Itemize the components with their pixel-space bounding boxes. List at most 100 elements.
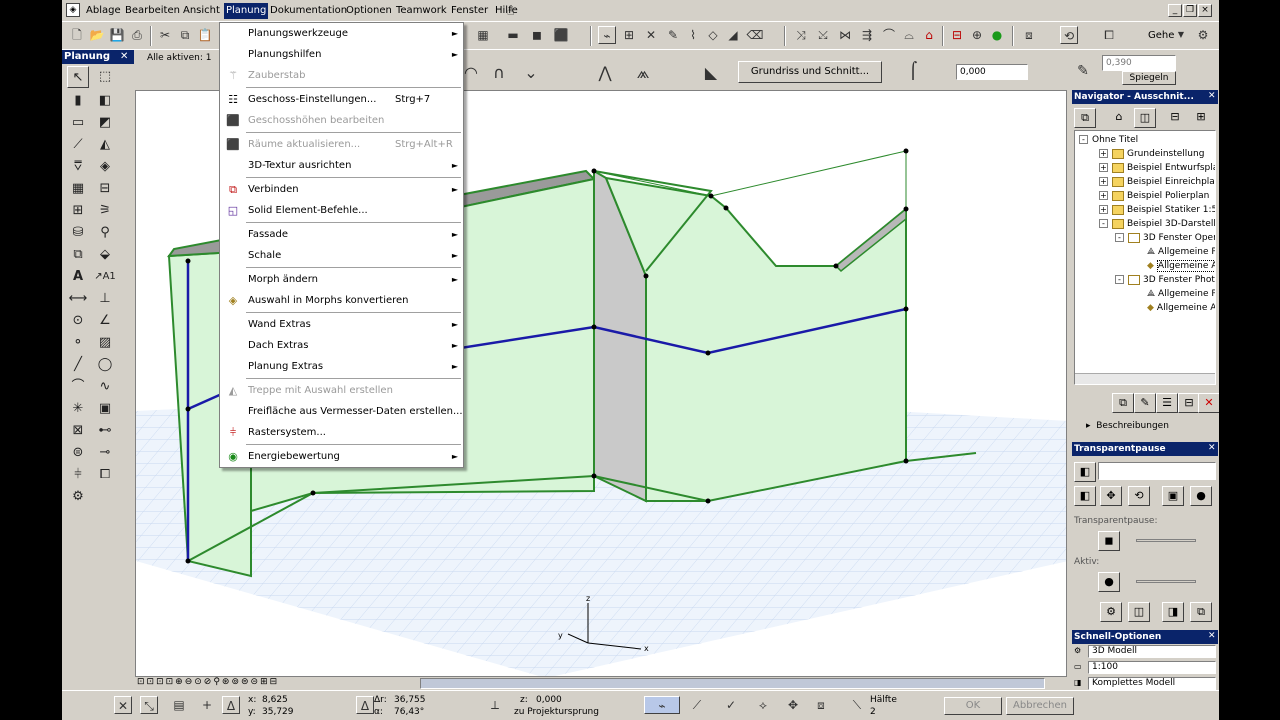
x-value[interactable]: 8,625 [262, 695, 288, 706]
morph-tool-icon[interactable]: ◈ [94, 156, 116, 178]
slab-tool-icon[interactable]: ◩ [94, 112, 116, 134]
menu-item-schale[interactable]: Schale ► [220, 247, 463, 265]
menu-item-wand-extras[interactable]: Wand Extras ► [220, 316, 463, 334]
slab-icon[interactable]: ◼ [528, 26, 546, 44]
polyline-tool-icon[interactable]: ⌒ [67, 376, 89, 398]
brush-icon[interactable]: ⌇ [684, 26, 702, 44]
trace-bottom-3-icon[interactable]: ◨ [1162, 602, 1184, 622]
node-icon[interactable]: ⟡ [754, 696, 772, 714]
zone-tool-icon[interactable]: ⧉ [67, 244, 89, 266]
menu-item-auswahl-morphs[interactable]: ◈ Auswahl in Morphs konvertieren [220, 292, 463, 310]
menu-ablage[interactable]: Ablage [84, 3, 123, 19]
grid-tool-icon[interactable]: ⫩ [67, 464, 89, 486]
cross-icon[interactable]: ✕ [642, 26, 660, 44]
angle-dim-tool-icon[interactable]: ∠ [94, 310, 116, 332]
trace-btn-3-icon[interactable]: ⟲ [1128, 486, 1150, 506]
close-cross-icon[interactable]: ✕ [114, 696, 132, 714]
hatch-icon[interactable]: ▤ [170, 696, 188, 714]
menu-item-planungswerkzeuge[interactable]: Planungswerkzeuge ► [220, 25, 463, 43]
fillet-icon[interactable]: ⌓ [900, 26, 918, 44]
delete-icon[interactable]: ✕ [1198, 393, 1219, 413]
paste-icon[interactable]: 📋 [196, 26, 214, 44]
3d-view-icon[interactable]: ⟲ [1060, 26, 1078, 44]
menu-teamwork[interactable]: Teamwork [394, 3, 449, 19]
trace-btn-1-icon[interactable]: ◧ [1074, 486, 1096, 506]
hotspot-tool-icon[interactable]: ⚬ [67, 332, 89, 354]
menu-item-planung-extras[interactable]: Planung Extras ► [220, 358, 463, 376]
nav-btn-b-icon[interactable]: ✎ [1134, 393, 1156, 413]
transparency-close-icon[interactable]: ✕ [1208, 443, 1216, 453]
tree-item[interactable]: + Grundeinstellung [1099, 147, 1204, 161]
text-tool-icon[interactable]: A [67, 266, 89, 288]
toolbox-close-icon[interactable]: ✕ [120, 51, 128, 62]
polar-icon[interactable]: Δ [356, 696, 374, 714]
menu-item-zauberstab[interactable]: ⚚ Zauberstab [220, 67, 463, 85]
nav-btn-c-icon[interactable]: ☰ [1156, 393, 1178, 413]
detail-tool-icon[interactable]: ⊜ [67, 442, 89, 464]
menu-item-geschosshoehen[interactable]: ⬛ Geschosshöhen bearbeiten [220, 112, 463, 130]
menu-item-rastersystem[interactable]: ⫩ Rastersystem... [220, 424, 463, 442]
app-logo-icon[interactable]: ◈ [66, 3, 80, 17]
diamond-icon[interactable]: ◇ [704, 26, 722, 44]
menu-item-geschoss-einstellungen[interactable]: ☷ Geschoss-Einstellungen... Strg+7 [220, 91, 463, 109]
tree-item[interactable]: - Ohne Titel [1079, 133, 1138, 147]
tree-item[interactable]: + Beispiel Einreichplan [1099, 175, 1215, 189]
pen-icon[interactable]: ✎ [1074, 62, 1092, 80]
guide-icon[interactable]: ✓ [722, 696, 740, 714]
chevron-down-icon[interactable]: ▼ [1172, 26, 1190, 44]
split-snap-icon[interactable]: ⟍ [848, 696, 866, 714]
grid-snap-icon[interactable]: ⊞ [620, 26, 638, 44]
more-tool-icon[interactable]: ⚙ [67, 486, 89, 508]
gravity-icon[interactable]: ✥ [784, 696, 802, 714]
marquee-tool-icon[interactable]: ⬚ [94, 66, 116, 88]
nav-project-map-icon[interactable]: ⧉ [1074, 108, 1096, 128]
descriptions-toggle[interactable]: ▸ Beschreibungen [1086, 421, 1169, 431]
menu-planung[interactable]: Planung [224, 3, 269, 19]
morph-shape-icon-4[interactable]: ⋀ [596, 64, 614, 82]
intersect-icon[interactable]: ⋈ [836, 26, 854, 44]
eraser-icon[interactable]: ⌫ [746, 26, 764, 44]
shell-tool-icon[interactable]: ◭ [94, 134, 116, 156]
constraint-icon[interactable]: ⌁ [644, 696, 680, 714]
menu-item-dach-extras[interactable]: Dach Extras ► [220, 337, 463, 355]
green-dot-icon[interactable]: ● [988, 26, 1006, 44]
label-tool-icon[interactable]: ↗A1 [94, 266, 116, 288]
quick-option-row[interactable]: ▭ 1:100 [1074, 661, 1216, 675]
elevation-tool-icon[interactable]: ⊷ [94, 420, 116, 442]
magic-eyedropper-icon[interactable]: ⌁ [598, 26, 616, 44]
menu-bearbeiten[interactable]: Bearbeiten [123, 3, 182, 19]
change-tool-icon[interactable]: ⧠ [94, 464, 116, 486]
tree-item[interactable]: -3D Fenster Photo [1115, 273, 1215, 287]
level-dim-tool-icon[interactable]: ⊥ [94, 288, 116, 310]
layout-icon[interactable]: ⧈ [812, 696, 830, 714]
copy-icon[interactable]: ⧉ [176, 26, 194, 44]
wall-tool-icon[interactable]: ▮ [67, 90, 89, 112]
section-button[interactable]: Grundriss und Schnitt... [738, 61, 882, 83]
trace-bottom-2-icon[interactable]: ◫ [1128, 602, 1150, 622]
fill-tool-icon[interactable]: ⬙ [94, 244, 116, 266]
offset-icon[interactable]: ⇶ [858, 26, 876, 44]
zoom-icons[interactable]: ⊡⊡⊡⊡⊕⊖⊙⊘⚲⊛⊚⊜⊝⊞⊟ [137, 677, 279, 687]
origin-label[interactable]: zu Projektursprung [514, 707, 599, 718]
menu-item-treppe[interactable]: ◭ Treppe mit Auswahl erstellen [220, 382, 463, 400]
cancel-button[interactable]: Abbrechen [1006, 697, 1074, 715]
lamp-tool-icon[interactable]: ⚲ [94, 222, 116, 244]
new-file-icon[interactable]: 🗋 [68, 26, 86, 44]
beam-tool-icon[interactable]: ▭ [67, 112, 89, 134]
stair-tool-icon[interactable]: ⚞ [94, 200, 116, 222]
object-tool-icon[interactable]: ⛁ [67, 222, 89, 244]
height-icon[interactable]: ⟂ [486, 696, 504, 714]
morph-shape-icon-6[interactable]: ◣ [702, 64, 720, 82]
tree-item[interactable]: + Beispiel Entwurfsplan [1099, 161, 1215, 175]
navigator-tree[interactable]: - Ohne Titel + Grundeinstellung + Beispiel … [1074, 130, 1216, 385]
value-field-2[interactable]: 0,390 [1102, 55, 1176, 71]
restore-button[interactable]: ❐ [1183, 4, 1197, 17]
menu-item-fassade[interactable]: Fassade ► [220, 226, 463, 244]
horizontal-scrollbar[interactable] [420, 678, 1045, 689]
active-slider[interactable] [1136, 580, 1196, 583]
menu-optionen[interactable]: Optionen [344, 3, 394, 19]
plus-icon[interactable]: + [198, 696, 216, 714]
menu-fenster[interactable]: Fenster [449, 3, 490, 19]
menu-dokumentation[interactable]: Dokumentation [268, 3, 349, 19]
object-icon[interactable]: ⬛ [552, 26, 570, 44]
